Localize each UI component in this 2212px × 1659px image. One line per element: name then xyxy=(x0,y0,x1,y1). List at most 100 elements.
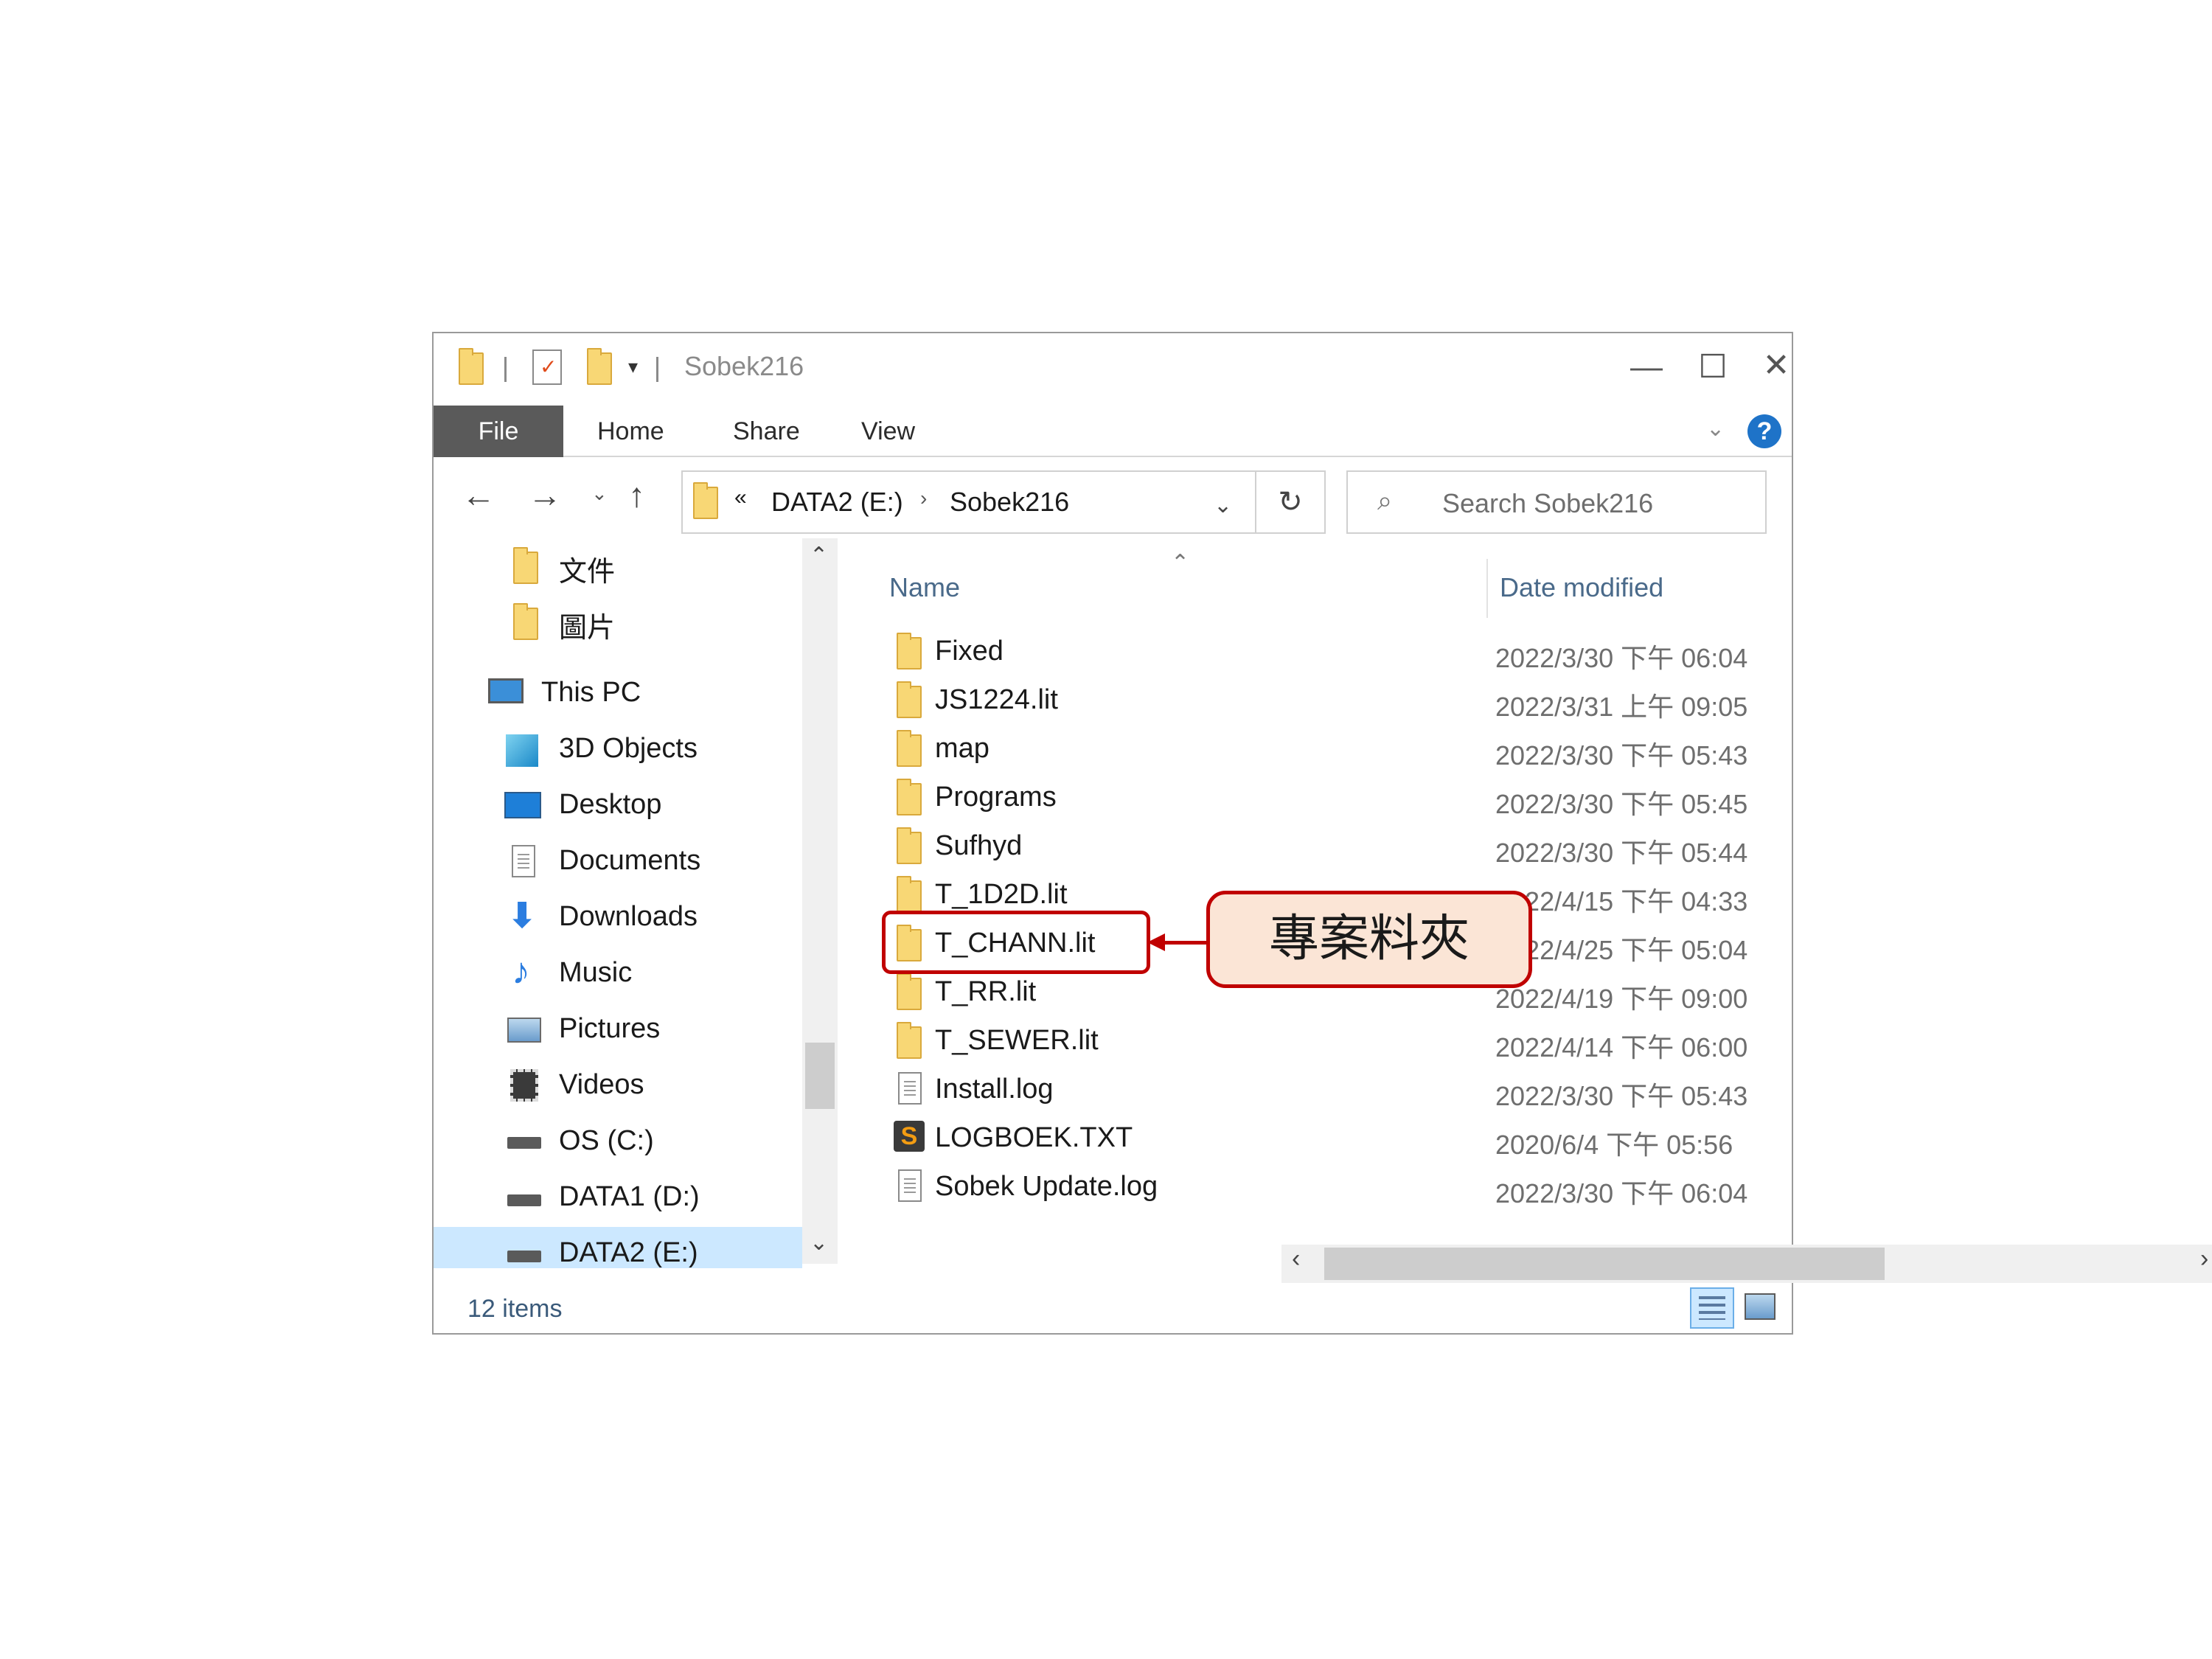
file-date: 2022/3/30 下午 06:04 xyxy=(1495,643,1748,673)
music-note-icon: ♪ xyxy=(512,950,530,992)
file-row[interactable]: Sufhyd 2022/3/30 下午 05:44 xyxy=(891,821,1775,870)
file-name: Programs xyxy=(935,782,1057,813)
column-header-name[interactable]: Name xyxy=(889,572,960,603)
breadcrumb-drive[interactable]: DATA2 (E:) xyxy=(771,487,903,518)
file-row[interactable]: Install.log 2022/3/30 下午 05:43 xyxy=(891,1065,1775,1113)
nav-item-label: OS (C:) xyxy=(559,1125,654,1156)
file-row[interactable]: Fixed 2022/3/30 下午 06:04 xyxy=(891,627,1775,675)
nav-item-label: DATA2 (E:) xyxy=(559,1237,698,1268)
nav-item-music[interactable]: ♪ Music xyxy=(434,947,846,1003)
nav-item-data1-d[interactable]: DATA1 (D:) xyxy=(434,1171,846,1227)
text-file-icon xyxy=(898,1169,922,1202)
address-bar[interactable]: « DATA2 (E:) › Sobek216 ⌄ xyxy=(681,470,1256,534)
file-row[interactable]: Sobek Update.log 2022/3/30 下午 06:04 xyxy=(891,1162,1775,1211)
nav-item-pictures[interactable]: Pictures xyxy=(434,1003,846,1059)
customize-toolbar-icon[interactable]: ▾ xyxy=(628,355,638,378)
file-row[interactable]: map 2022/3/30 下午 05:43 xyxy=(891,724,1775,773)
file-name: Fixed xyxy=(935,636,1004,667)
callout-arrow xyxy=(1164,941,1208,945)
file-name: T_1D2D.lit xyxy=(935,879,1068,910)
scroll-up-icon[interactable]: ⌃ xyxy=(810,543,828,568)
details-view-icon[interactable] xyxy=(1690,1287,1734,1329)
nav-item-label: This PC xyxy=(541,677,641,708)
column-header-date[interactable]: Date modified xyxy=(1500,572,1663,603)
scroll-right-icon[interactable]: › xyxy=(2200,1245,2208,1273)
explorer-window: ✓ ▾ Sobek216 — ☐ ✕ File Home Share View … xyxy=(432,332,2212,1335)
nav-pane-scrollbar[interactable] xyxy=(802,538,838,1264)
large-icons-view-icon[interactable] xyxy=(1745,1293,1775,1320)
scroll-down-icon[interactable]: ⌄ xyxy=(810,1230,828,1256)
help-icon[interactable]: ? xyxy=(1747,414,1781,448)
title-bar: ✓ ▾ Sobek216 — ☐ ✕ xyxy=(434,333,1792,406)
folder-icon xyxy=(897,973,922,1010)
search-input[interactable]: Search Sobek216 xyxy=(1442,488,1653,519)
scroll-left-icon[interactable]: ‹ xyxy=(1292,1245,1300,1273)
breadcrumb-folder[interactable]: Sobek216 xyxy=(950,487,1069,518)
tab-share[interactable]: Share xyxy=(733,406,800,457)
scrollbar-thumb[interactable] xyxy=(805,1043,835,1109)
horizontal-scrollbar-thumb[interactable] xyxy=(1324,1248,1885,1280)
cube-icon xyxy=(506,734,538,767)
file-name: T_RR.lit xyxy=(935,976,1037,1007)
properties-icon[interactable]: ✓ xyxy=(532,349,562,385)
nav-item-documents[interactable]: Documents xyxy=(434,835,846,891)
up-arrow-icon[interactable]: ↑ xyxy=(628,475,645,515)
divider xyxy=(504,357,507,382)
file-date: 2022/4/15 下午 04:33 xyxy=(1495,886,1748,917)
recent-locations-icon[interactable]: ⌄ xyxy=(591,482,608,505)
tab-home[interactable]: Home xyxy=(597,406,664,457)
callout-label: 專案料夾 xyxy=(1206,891,1532,988)
nav-item-3d-objects[interactable]: 3D Objects xyxy=(434,723,846,779)
nav-item-data2-e[interactable]: DATA2 (E:) xyxy=(434,1227,802,1268)
download-arrow-icon: ⬇ xyxy=(507,897,538,936)
callout-arrow-head xyxy=(1147,933,1165,951)
maximize-button[interactable]: ☐ xyxy=(1680,345,1746,389)
nav-item-label: 3D Objects xyxy=(559,733,698,764)
text-file-icon xyxy=(898,1072,922,1105)
navigation-pane: 文件 圖片 This PC 3D Objects Desktop Documen… xyxy=(434,538,846,1276)
drive-icon xyxy=(507,1251,541,1262)
folder-icon xyxy=(897,1022,922,1059)
item-count: 12 items xyxy=(467,1295,563,1323)
desktop-icon xyxy=(504,792,541,818)
nav-item-pictures-zh[interactable]: 圖片 xyxy=(434,594,846,650)
window-title: Sobek216 xyxy=(684,351,804,381)
nav-item-os-c[interactable]: OS (C:) xyxy=(434,1115,846,1171)
file-date: 2022/4/25 下午 05:04 xyxy=(1495,935,1748,965)
folder-icon xyxy=(513,547,538,584)
search-box[interactable]: ⌕ Search Sobek216 xyxy=(1346,470,1767,534)
file-row[interactable]: JS1224.lit 2022/3/31 上午 09:05 xyxy=(891,675,1775,724)
nav-item-this-pc[interactable]: This PC xyxy=(434,667,846,723)
highlight-box xyxy=(882,911,1150,974)
folder-icon xyxy=(897,633,922,669)
nav-item-downloads[interactable]: ⬇ Downloads xyxy=(434,891,846,947)
refresh-icon[interactable]: ↻ xyxy=(1256,470,1326,534)
file-name: Sobek Update.log xyxy=(935,1171,1158,1202)
file-date: 2022/3/30 下午 05:45 xyxy=(1495,789,1748,819)
folder-icon xyxy=(459,348,484,385)
tab-view[interactable]: View xyxy=(861,406,915,457)
minimize-button[interactable]: — xyxy=(1613,345,1680,389)
forward-arrow-icon[interactable]: → xyxy=(528,475,562,515)
file-row[interactable]: T_SEWER.lit 2022/4/14 下午 06:00 xyxy=(891,1016,1775,1065)
nav-item-documents-zh[interactable]: 文件 xyxy=(434,538,846,594)
tab-file[interactable]: File xyxy=(434,406,563,457)
nav-item-desktop[interactable]: Desktop xyxy=(434,779,846,835)
file-name: Sufhyd xyxy=(935,830,1023,861)
expand-ribbon-icon[interactable]: ⌄ xyxy=(1706,416,1725,442)
folder-icon xyxy=(513,603,538,640)
new-folder-icon[interactable] xyxy=(587,348,612,385)
file-row[interactable]: S LOGBOEK.TXT 2020/6/4 下午 05:56 xyxy=(891,1113,1775,1162)
file-date: 2022/3/30 下午 06:04 xyxy=(1495,1178,1748,1208)
close-button[interactable]: ✕ xyxy=(1743,344,1809,388)
folder-icon xyxy=(897,876,922,913)
nav-item-videos[interactable]: Videos xyxy=(434,1059,846,1115)
folder-icon xyxy=(897,681,922,718)
nav-item-label: Music xyxy=(559,957,633,988)
nav-item-label: Pictures xyxy=(559,1013,661,1044)
address-dropdown-icon[interactable]: ⌄ xyxy=(1214,493,1232,518)
back-arrow-icon[interactable]: ← xyxy=(462,475,495,515)
overflow-chevron-icon[interactable]: « xyxy=(734,485,747,510)
file-row[interactable]: Programs 2022/3/30 下午 05:45 xyxy=(891,773,1775,821)
column-divider xyxy=(1486,559,1488,618)
